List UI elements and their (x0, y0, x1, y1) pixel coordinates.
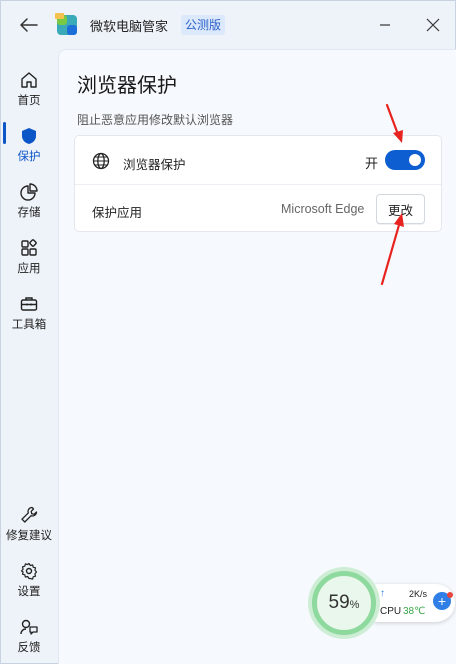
title-bar: 微软电脑管家 公测版 (1, 1, 455, 49)
minimize-icon (380, 24, 390, 26)
minimize-button[interactable] (370, 11, 400, 39)
upload-arrow-icon: ↑ (380, 588, 385, 599)
app-window: 微软电脑管家 公测版 首页 保护 存储 应用 工具箱 修复建议 设置 反馈 浏览… (0, 0, 456, 664)
toggle-knob (409, 154, 421, 166)
protected-app-value: Microsoft Edge (281, 202, 365, 216)
main-panel: 浏览器保护 阻止恶意应用修改默认浏览器 浏览器保护 开 保护应用 Microso… (58, 49, 456, 664)
sidebar-item-settings[interactable]: 设置 (1, 555, 57, 605)
sidebar-item-label: 首页 (17, 94, 41, 107)
app-title: 微软电脑管家 (90, 19, 169, 34)
settings-card: 浏览器保护 开 保护应用 Microsoft Edge 更改 (74, 135, 442, 232)
close-icon (426, 18, 440, 32)
sidebar-item-apps[interactable]: 应用 (1, 232, 57, 282)
sidebar-item-label: 反馈 (17, 641, 41, 654)
pie-chart-icon (20, 182, 38, 201)
shield-icon (22, 127, 36, 144)
sidebar: 首页 保护 存储 应用 工具箱 修复建议 设置 反馈 (1, 49, 57, 664)
sidebar-item-protection[interactable]: 保护 (1, 120, 57, 170)
sidebar-item-repair[interactable]: 修复建议 (1, 499, 57, 549)
memory-usage-percent: 59% (328, 592, 360, 613)
sidebar-item-label: 保护 (17, 150, 41, 163)
back-button[interactable] (15, 13, 43, 37)
change-button[interactable]: 更改 (376, 194, 425, 224)
cpu-temperature: 38℃ (403, 606, 426, 617)
feedback-icon (20, 619, 38, 635)
sidebar-item-label: 存储 (17, 206, 41, 219)
card-divider (75, 184, 441, 185)
cpu-label: CPU (380, 606, 402, 617)
toggle-state-label: 开 (365, 156, 379, 171)
toolbox-icon (20, 296, 38, 311)
apps-icon (21, 238, 37, 256)
browser-protection-toggle[interactable] (385, 150, 425, 170)
close-button[interactable] (418, 11, 448, 39)
sidebar-item-label: 工具箱 (11, 318, 47, 331)
network-speed: 2K/s (409, 589, 428, 599)
notification-dot (447, 592, 453, 598)
sidebar-item-toolbox[interactable]: 工具箱 (1, 288, 57, 338)
memory-usage-widget[interactable]: 59% (312, 571, 376, 635)
protected-app-label: 保护应用 (92, 206, 143, 220)
sidebar-item-home[interactable]: 首页 (1, 64, 57, 114)
sidebar-item-label: 设置 (17, 585, 41, 598)
arrow-left-icon (20, 18, 38, 32)
globe-icon (92, 152, 110, 170)
gear-icon (20, 562, 38, 580)
browser-protection-label: 浏览器保护 (123, 158, 186, 172)
edition-badge: 公测版 (181, 15, 226, 35)
sidebar-item-label: 应用 (17, 262, 41, 275)
page-description: 阻止恶意应用修改默认浏览器 (77, 113, 234, 127)
sidebar-item-label: 修复建议 (6, 529, 52, 542)
wrench-icon (21, 506, 38, 523)
page-title: 浏览器保护 (77, 75, 177, 97)
app-logo (55, 13, 79, 37)
home-icon (21, 71, 37, 88)
sidebar-item-storage[interactable]: 存储 (1, 176, 57, 226)
sidebar-item-feedback[interactable]: 反馈 (1, 611, 57, 661)
